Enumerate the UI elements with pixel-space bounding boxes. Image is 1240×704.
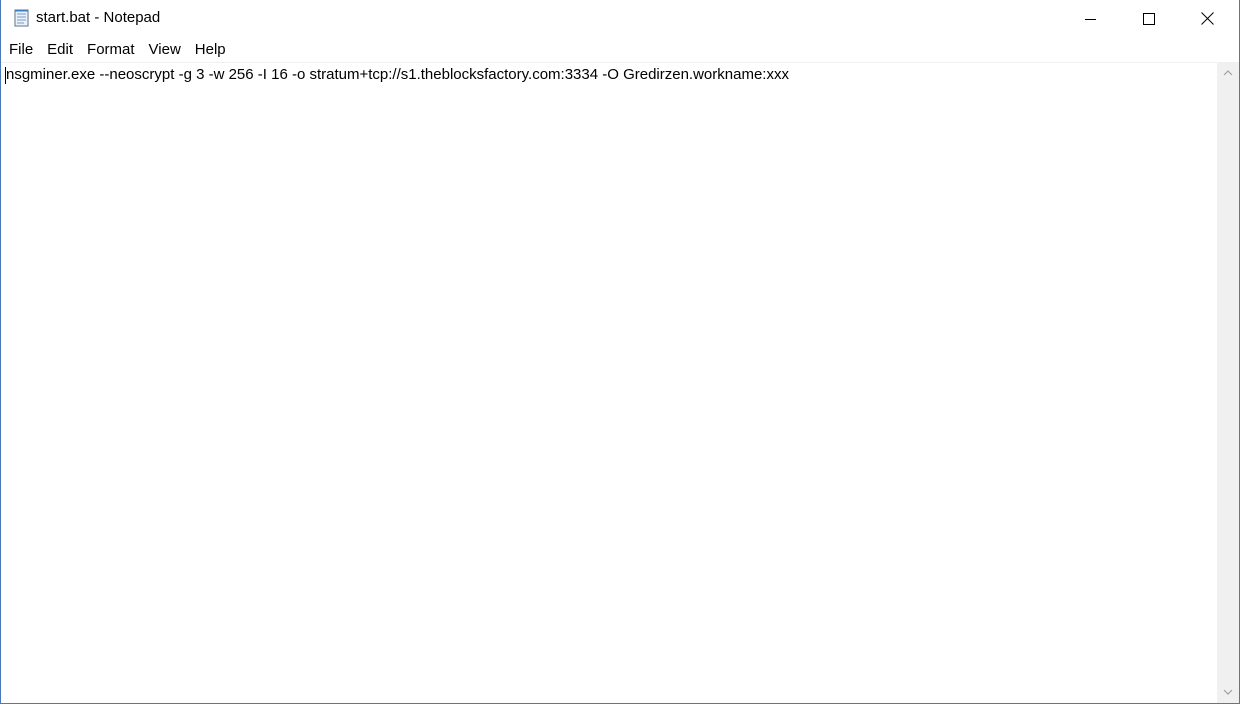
text-editor-area[interactable]: nsgminer.exe --neoscrypt -g 3 -w 256 -I … [1, 62, 1217, 703]
menu-view[interactable]: View [142, 38, 188, 62]
menu-file[interactable]: File [2, 38, 40, 62]
menu-help[interactable]: Help [188, 38, 233, 62]
vertical-scrollbar[interactable] [1217, 62, 1239, 703]
window-title: start.bat - Notepad [36, 9, 161, 26]
maximize-button[interactable] [1120, 0, 1178, 37]
menu-edit[interactable]: Edit [40, 38, 80, 62]
close-icon [1200, 12, 1214, 25]
maximize-icon [1143, 12, 1155, 25]
scroll-down-arrow-icon [1223, 683, 1233, 701]
scroll-up-arrow-icon [1223, 63, 1233, 81]
title-bar[interactable]: start.bat - Notepad [1, 0, 1239, 37]
editor-content[interactable]: nsgminer.exe --neoscrypt -g 3 -w 256 -I … [6, 66, 789, 84]
scroll-down-button[interactable] [1217, 682, 1239, 702]
scroll-up-button[interactable] [1217, 62, 1239, 82]
close-button[interactable] [1178, 0, 1236, 37]
minimize-icon [1085, 13, 1097, 25]
minimize-button[interactable] [1062, 0, 1120, 37]
notepad-icon[interactable] [13, 9, 31, 27]
menu-format[interactable]: Format [80, 38, 142, 62]
notepad-window: start.bat - Notepad File Edit Format Vie… [0, 0, 1240, 704]
menu-bar: File Edit Format View Help [1, 37, 1239, 62]
